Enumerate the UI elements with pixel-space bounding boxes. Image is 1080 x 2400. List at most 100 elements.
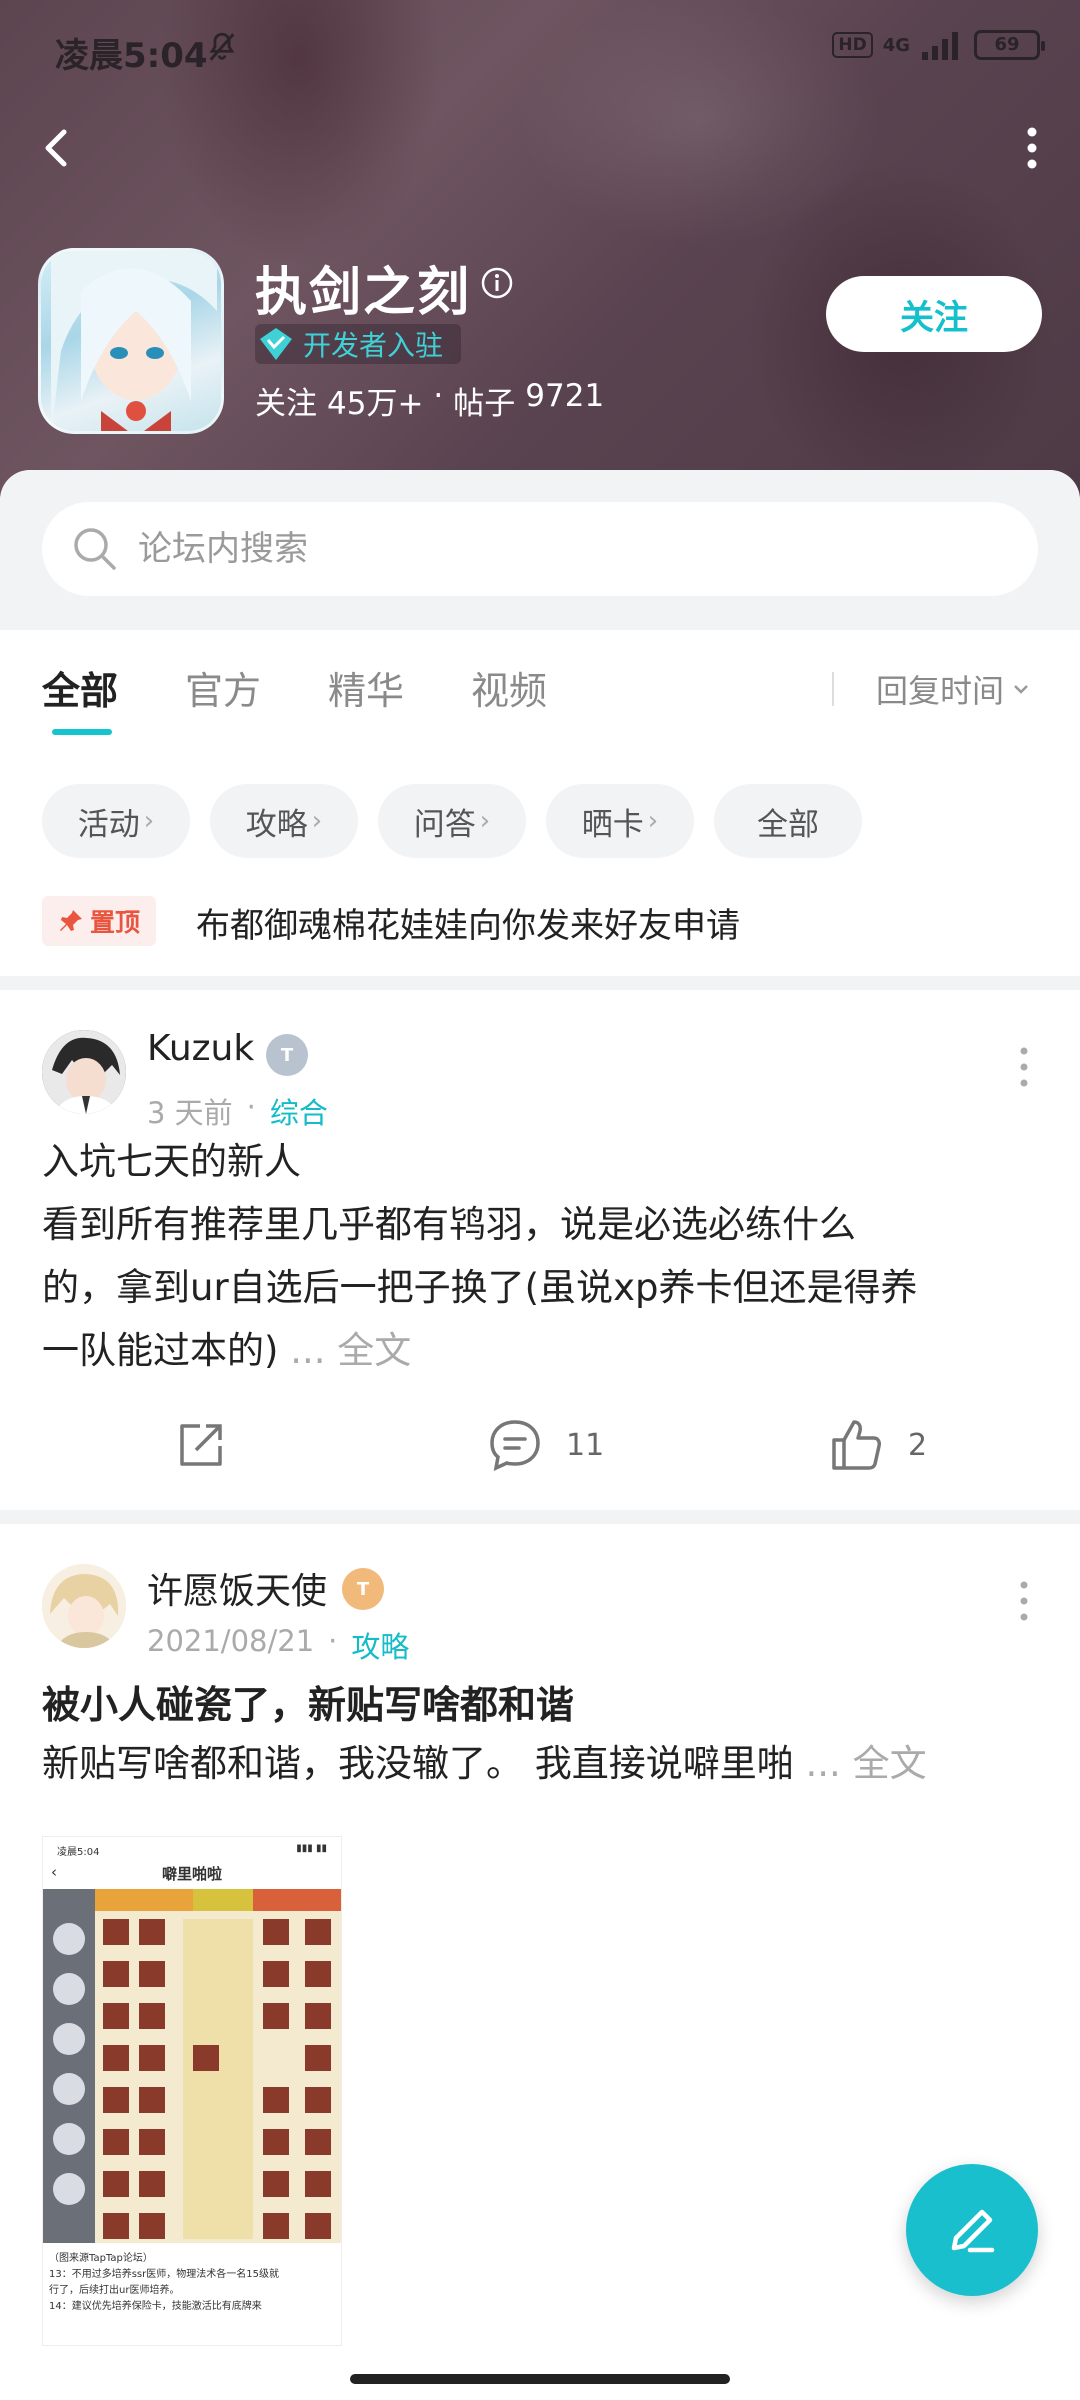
- home-indicator[interactable]: [350, 2374, 730, 2384]
- post-line: 的，拿到ur自选后一把子换了(虽说xp养卡但还是得养: [42, 1266, 918, 1309]
- image-caption-line: 14：建议优先培养保险卡，技能激活比有底牌来: [49, 2301, 262, 2312]
- search-box[interactable]: [42, 502, 1038, 596]
- status-indicators: HD 4G 69: [832, 30, 1045, 60]
- chip-label: 晒卡: [581, 806, 644, 843]
- battery-icon: 69: [974, 30, 1045, 60]
- chip-qa[interactable]: 问答 ›: [378, 784, 526, 858]
- thumbs-up-icon: [832, 1420, 881, 1470]
- image-caption-line: 行了，后续打出ur医师培养。: [49, 2285, 180, 2296]
- post-author[interactable]: 许愿饭天使: [147, 1562, 327, 1614]
- forum-title: 执剑之刻: [255, 263, 472, 323]
- read-more-link[interactable]: ... 全文: [806, 1742, 927, 1785]
- category-chips: 活动 › 攻略 › 问答 › 晒卡 › 全部: [0, 750, 1080, 876]
- status-bar: 凌晨5:04 HD 4G 69: [0, 0, 1080, 100]
- chevron-down-icon: [1014, 685, 1028, 694]
- post-category[interactable]: 综合: [270, 1090, 328, 1132]
- image-signal-icon: ▮▮▮ ▮▮: [296, 1843, 327, 1854]
- post-line: 看到所有推荐里几乎都有鸨羽，说是必选必练什么: [42, 1203, 856, 1246]
- meta-separator: ·: [246, 1090, 256, 1124]
- chip-label: 问答: [413, 806, 476, 843]
- share-button[interactable]: [172, 1416, 230, 1474]
- sort-dropdown[interactable]: 回复时间: [876, 666, 1032, 712]
- like-button[interactable]: 2: [828, 1416, 927, 1474]
- posts-count: 9721: [525, 378, 605, 414]
- post-meta: 2021/08/21 · 攻略: [147, 1624, 409, 1666]
- meta-separator: ·: [328, 1624, 338, 1658]
- post-author[interactable]: Kuzuk: [147, 1028, 254, 1069]
- image-grid: [43, 1889, 341, 2243]
- image-title-bar: ‹ 噼里啪啦: [43, 1863, 341, 1889]
- pinned-post[interactable]: 置顶 布都御魂棉花娃娃向你发来好友申请: [0, 876, 1080, 976]
- forum-app-icon: [38, 248, 224, 434]
- share-icon: [180, 1424, 222, 1466]
- network-label: 4G: [882, 34, 910, 56]
- image-caption-line: （图来源TapTap论坛）: [49, 2253, 153, 2264]
- search-area: [0, 470, 1080, 630]
- forum-stats: 关注 45万+ · 帖子 9721: [255, 378, 604, 423]
- level-badge: T: [342, 1568, 384, 1610]
- chevron-right-icon: ›: [143, 806, 155, 836]
- post-title[interactable]: 被小人碰瓷了，新贴写啥都和谐: [42, 1674, 574, 1729]
- image-caption: （图来源TapTap论坛） 13：不用过多培养ssr医师，物理法术各一名15级就…: [43, 2247, 341, 2319]
- post-category[interactable]: 攻略: [351, 1624, 409, 1666]
- active-tab-indicator: [52, 729, 112, 735]
- avatar[interactable]: [42, 1564, 126, 1648]
- pinned-title: 布都御魂棉花娃娃向你发来好友申请: [196, 906, 740, 946]
- chip-label: 全部: [757, 806, 819, 843]
- comment-count: 11: [566, 1427, 605, 1463]
- post-content[interactable]: 新贴写啥都和谐，我没辙了。 我直接说噼里啪 ... 全文: [42, 1732, 1042, 1795]
- image-back-icon: ‹: [51, 1863, 57, 1881]
- posts-label: 帖子: [453, 386, 516, 422]
- tab-official[interactable]: 官方: [185, 660, 261, 715]
- post-summary: 新贴写啥都和谐，我没辙了。 我直接说噼里啪: [42, 1742, 794, 1785]
- tab-video[interactable]: 视频: [471, 660, 547, 715]
- post-more-icon[interactable]: [1014, 1042, 1034, 1092]
- read-more-link[interactable]: ... 全文: [290, 1329, 411, 1372]
- section-divider: [0, 976, 1080, 990]
- section-divider: [0, 1510, 1080, 1524]
- search-input[interactable]: [138, 529, 938, 569]
- post-content[interactable]: 入坑七天的新人 看到所有推荐里几乎都有鸨羽，说是必选必练什么 的，拿到ur自选后…: [42, 1130, 1042, 1382]
- info-icon[interactable]: [480, 266, 514, 300]
- post-time: 2021/08/21: [147, 1624, 315, 1658]
- signal-icon: [922, 32, 958, 60]
- pinned-badge-label: 置顶: [90, 908, 141, 937]
- followers-label: 关注: [255, 386, 317, 422]
- status-time: 凌晨5:04: [55, 36, 208, 76]
- post-line: 入坑七天的新人: [42, 1140, 301, 1183]
- compose-button[interactable]: [906, 2164, 1038, 2296]
- image-caption-line: 13：不用过多培养ssr医师，物理法术各一名15级就: [49, 2269, 279, 2280]
- chevron-right-icon: ›: [479, 806, 491, 836]
- like-count: 2: [908, 1427, 928, 1463]
- back-button[interactable]: [30, 120, 86, 176]
- chip-guide[interactable]: 攻略 ›: [210, 784, 358, 858]
- image-status-time: 凌晨5:04: [57, 1847, 100, 1858]
- chip-activity[interactable]: 活动 ›: [42, 784, 190, 858]
- pin-icon: [60, 910, 82, 931]
- tab-featured[interactable]: 精华: [328, 660, 404, 715]
- more-options-button[interactable]: [1004, 120, 1060, 176]
- tab-divider: [832, 672, 834, 706]
- post-line: 一队能过本的): [42, 1329, 279, 1372]
- forum-header: 凌晨5:04 HD 4G 69 执剑之刻 开发者入驻 关注 45万+ · 帖子 …: [0, 0, 1080, 500]
- follow-button[interactable]: 关注: [826, 276, 1042, 352]
- chip-label: 攻略: [245, 806, 308, 843]
- post-image[interactable]: 凌晨5:04 ▮▮▮ ▮▮ ‹ 噼里啪啦 （图来源TapTap论坛） 13：不用…: [42, 1836, 342, 2346]
- hd-badge: HD: [832, 32, 873, 58]
- chevron-right-icon: ›: [647, 806, 659, 836]
- comment-button[interactable]: 11: [486, 1416, 604, 1474]
- avatar[interactable]: [42, 1030, 126, 1114]
- chip-label: 活动: [77, 806, 140, 843]
- bell-off-icon: [209, 32, 235, 61]
- post-more-icon[interactable]: [1014, 1576, 1034, 1626]
- chevron-right-icon: ›: [311, 806, 323, 836]
- chip-all[interactable]: 全部: [714, 784, 862, 858]
- tab-all[interactable]: 全部: [42, 660, 118, 715]
- chip-showcase[interactable]: 晒卡 ›: [546, 784, 694, 858]
- developer-badge: 开发者入驻: [255, 324, 462, 364]
- post-card[interactable]: Kuzuk T 3 天前 · 综合 入坑七天的新人 看到所有推荐里几乎都有鸨羽，…: [0, 990, 1080, 1510]
- pen-icon: [951, 2209, 995, 2253]
- post-actions: 11 2: [0, 1396, 1080, 1496]
- comment-icon: [490, 1420, 540, 1471]
- search-icon: [74, 528, 116, 570]
